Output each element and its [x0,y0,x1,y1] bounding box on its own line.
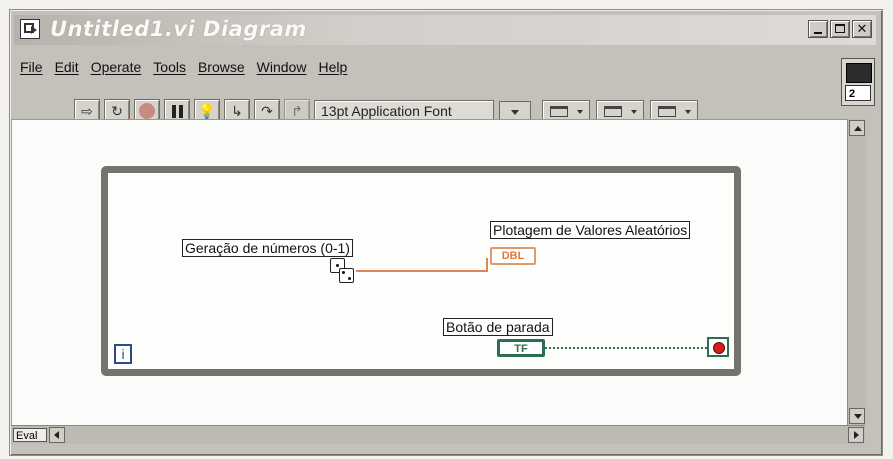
scroll-right-icon[interactable] [848,427,864,443]
window-title: Untitled1.vi Diagram [50,17,307,41]
maximize-button[interactable] [830,20,850,38]
vertical-scrollbar[interactable] [847,119,866,425]
pause-icon [171,104,183,118]
iteration-terminal[interactable]: i [114,344,132,364]
horizontal-scrollbar[interactable]: Eval [11,425,865,444]
menu-help[interactable]: Help [318,59,347,79]
menu-file[interactable]: File [20,59,43,79]
plot-terminal[interactable]: DBL [490,247,536,265]
menu-browse[interactable]: Browse [198,59,245,79]
numeric-wire[interactable] [356,270,488,272]
loop-condition-icon[interactable] [707,337,729,357]
boolean-wire[interactable] [545,347,707,349]
connector-pane[interactable]: 2 [841,58,875,106]
eval-indicator: Eval [13,428,47,442]
menu-tools[interactable]: Tools [153,59,186,79]
plot-label[interactable]: Plotagem de Valores Aleatórios [490,221,691,239]
close-button[interactable]: ✕ [852,20,872,38]
scroll-down-icon[interactable] [849,408,865,424]
step-out-icon: ↱ [291,102,303,119]
dice-icon[interactable] [328,258,356,286]
minimize-button[interactable] [808,20,828,38]
abort-icon [139,103,155,119]
window-controls: ✕ [808,20,872,38]
stop-button-terminal[interactable]: TF [497,339,545,357]
scroll-left-icon[interactable] [49,427,65,443]
step-into-icon: ↳ [231,102,243,119]
scroll-up-icon[interactable] [849,120,865,136]
font-name: 13pt Application Font [321,103,452,119]
random-number-label[interactable]: Geração de números (0-1) [182,239,353,257]
menu-window[interactable]: Window [257,59,307,79]
lightbulb-icon: 💡 [198,102,216,119]
connector-number: 2 [845,85,871,101]
menu-edit[interactable]: Edit [55,59,79,79]
step-over-icon: ↷ [261,102,273,119]
menu-operate[interactable]: Operate [91,59,142,79]
stop-button-label[interactable]: Botão de parada [443,318,553,336]
run-icon: ⇨ [81,102,93,119]
run-continuous-icon: ↻ [111,102,123,119]
vi-icon-screen [846,63,872,83]
menu-bar: File Edit Operate Tools Browse Window He… [20,59,347,79]
title-bar[interactable]: Untitled1.vi Diagram ✕ [14,15,876,45]
numeric-wire-segment[interactable] [486,258,488,272]
vi-icon [20,19,40,39]
